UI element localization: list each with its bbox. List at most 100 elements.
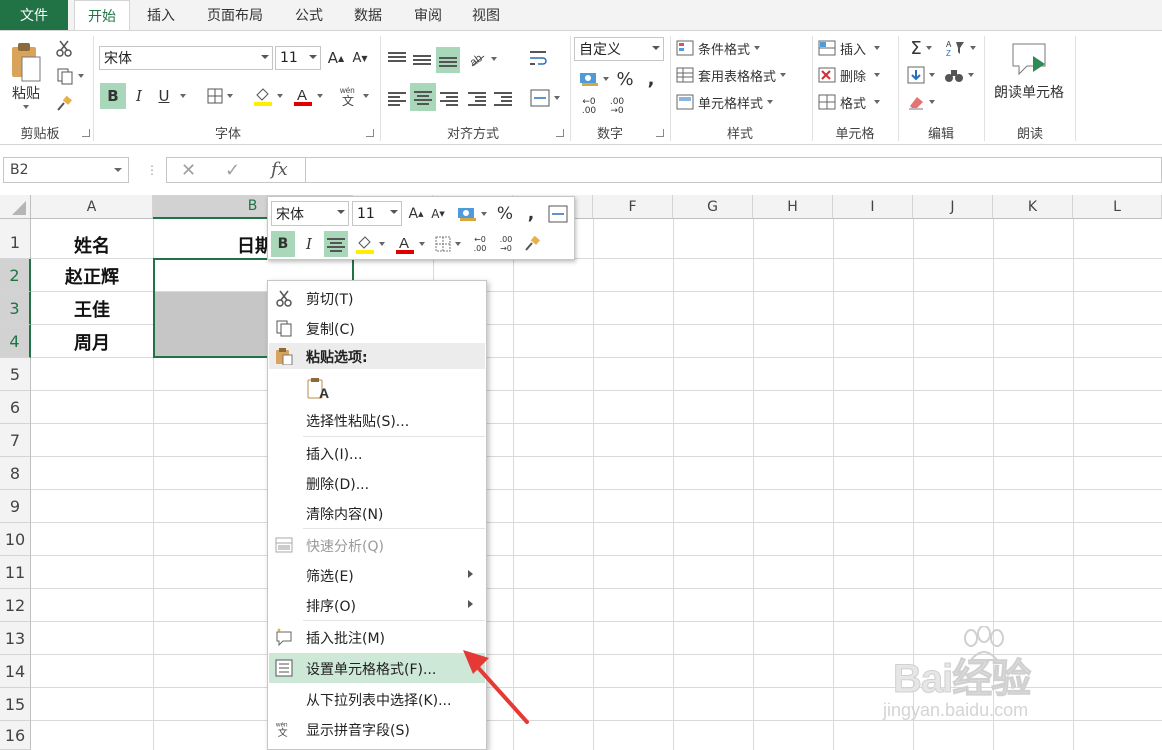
wrap-text-button[interactable] [526,45,550,71]
mini-italic-button[interactable]: I [298,231,320,257]
mini-comma-button[interactable]: , [522,203,540,225]
column-header-l[interactable]: L [1073,195,1162,219]
cell-a3[interactable]: 王佳 [31,292,153,325]
row-header-12[interactable]: 12 [0,589,31,622]
font-name-combo[interactable]: 宋体 [99,46,273,70]
menu-item-paste-format[interactable]: A [269,371,485,409]
name-box[interactable]: B2 [3,157,129,183]
cancel-icon[interactable]: ✕ [181,160,196,181]
borders-button[interactable] [200,83,240,109]
align-center-button[interactable] [410,83,436,111]
percent-button[interactable]: % [614,67,636,91]
menu-item-show-phonetic[interactable]: wén 文 显示拼音字段(S) [269,714,485,744]
row-header-1[interactable]: 1 [0,219,31,259]
paste-button[interactable]: 粘贴 [6,39,46,111]
mini-bold-button[interactable]: B [271,231,295,257]
copy-button[interactable] [52,65,88,87]
clear-button[interactable] [904,91,938,113]
row-header-11[interactable]: 11 [0,556,31,589]
mini-grow-font-button[interactable]: A ▲ [406,203,426,225]
row-header-3[interactable]: 3 [0,292,31,325]
font-launcher[interactable] [366,129,374,137]
align-bottom-button[interactable] [436,47,460,73]
column-header-a[interactable]: A [31,195,153,219]
comma-button[interactable]: , [642,67,660,91]
menu-item-cut[interactable]: 剪切(T) [269,283,485,313]
fill-button[interactable] [904,64,938,86]
mini-increase-decimal-button[interactable]: ←0.00 [468,231,492,257]
mini-merge-button[interactable] [546,203,570,225]
mini-decrease-decimal-button[interactable]: .00 →0 [494,231,518,257]
grow-font-button[interactable]: A ▲ [326,47,346,69]
row-header-16[interactable]: 16 [0,721,31,750]
cell-styles-button[interactable]: 单元格样式 [676,91,788,113]
row-header-10[interactable]: 10 [0,523,31,556]
fill-color-button[interactable] [248,83,288,109]
tab-view[interactable]: 视图 [458,0,514,30]
menu-item-format-cells[interactable]: 设置单元格格式(F)... [269,653,485,683]
find-select-button[interactable] [944,64,974,86]
enter-icon[interactable]: ✓ [225,160,240,181]
cell-a4[interactable]: 周月 [31,325,153,358]
sort-filter-button[interactable]: AZ [944,37,978,59]
mini-shrink-font-button[interactable]: A ▼ [428,203,448,225]
column-header-j[interactable]: J [913,195,993,219]
tab-review[interactable]: 审阅 [400,0,456,30]
select-all-corner[interactable] [0,195,31,219]
font-color-button[interactable]: A [290,83,326,109]
cell-a2[interactable]: 赵正辉 [31,259,153,292]
column-header-f[interactable]: F [593,195,673,219]
align-right-button[interactable] [438,85,460,111]
shrink-font-button[interactable]: A ▼ [350,47,370,69]
align-middle-button[interactable] [411,47,433,71]
increase-decimal-button[interactable]: ←0.00 [576,95,602,119]
menu-item-paste-special[interactable]: 选择性粘贴(S)... [269,405,485,435]
row-header-4[interactable]: 4 [0,325,31,358]
format-as-table-button[interactable]: 套用表格格式 [676,64,804,86]
delete-cells-button[interactable]: 删除 [818,64,890,86]
menu-item-pick-from-list[interactable]: 从下拉列表中选择(K)... [269,684,485,714]
underline-button[interactable]: U [153,83,175,109]
format-painter-button[interactable] [52,93,76,115]
menu-item-insert-comment[interactable]: 插入批注(M) [269,622,485,652]
alignment-launcher[interactable] [556,129,564,137]
row-header-13[interactable]: 13 [0,622,31,655]
mini-borders-button[interactable] [430,231,466,257]
menu-item-sort[interactable]: 排序(O) [269,590,485,620]
mini-fill-color-button[interactable] [352,231,388,257]
clipboard-launcher[interactable] [82,129,90,137]
merge-center-button[interactable] [526,85,564,111]
insert-cells-button[interactable]: 插入 [818,37,890,59]
column-header-k[interactable]: K [993,195,1073,219]
tab-page-layout[interactable]: 页面布局 [194,0,276,30]
accounting-format-button[interactable] [576,67,612,91]
read-cells-button[interactable]: 朗读单元格 [988,39,1070,105]
conditional-format-button[interactable]: 条件格式 [676,37,776,59]
menu-item-delete[interactable]: 删除(D)... [269,468,485,498]
menu-item-filter[interactable]: 筛选(E) [269,560,485,590]
font-size-combo[interactable]: 11 [275,46,321,70]
row-header-2[interactable]: 2 [0,259,31,292]
row-header-14[interactable]: 14 [0,655,31,688]
row-header-7[interactable]: 7 [0,424,31,457]
orientation-button[interactable]: ab [466,47,500,71]
menu-item-copy[interactable]: 复制(C) [269,313,485,343]
decrease-decimal-button[interactable]: .00 →0 [604,95,630,119]
row-header-9[interactable]: 9 [0,490,31,523]
number-launcher[interactable] [656,129,664,137]
align-left-button[interactable] [386,85,408,111]
cut-button[interactable] [52,37,76,59]
mini-percent-button[interactable]: % [494,203,516,225]
format-cells-ribbon-button[interactable]: 格式 [818,91,890,113]
mini-font-color-button[interactable]: A [392,231,428,257]
tab-file[interactable]: 文件 [0,0,68,30]
mini-accounting-button[interactable] [454,203,490,225]
tab-data[interactable]: 数据 [340,0,396,30]
menu-item-insert[interactable]: 插入(I)... [269,438,485,468]
underline-dropdown[interactable] [176,83,190,109]
autosum-button[interactable]: Σ [904,37,938,59]
decrease-indent-button[interactable] [466,85,488,111]
tab-formulas[interactable]: 公式 [282,0,336,30]
bold-button[interactable]: B [100,83,126,109]
tab-insert[interactable]: 插入 [134,0,188,30]
